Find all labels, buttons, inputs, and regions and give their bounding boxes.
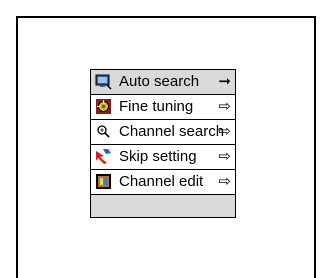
menu-item-label: Channel search xyxy=(119,123,225,140)
menu-item-skip-setting[interactable]: Skip setting ⇨ xyxy=(91,145,235,170)
menu-item-label: Channel edit xyxy=(119,173,204,190)
antenna-monitor-icon xyxy=(95,74,112,90)
channel-setup-menu: Auto search ➞ Fine tuning ⇨ Channel sear… xyxy=(90,69,236,218)
menu-item-label: Auto search xyxy=(119,73,200,90)
menu-item-channel-search[interactable]: Channel search ⇨ xyxy=(91,120,235,145)
menu-item-fine-tuning[interactable]: Fine tuning ⇨ xyxy=(91,95,235,120)
menu-empty-row xyxy=(91,195,235,217)
skip-arrow-icon xyxy=(96,149,111,164)
fine-tuning-dial-icon xyxy=(96,99,111,114)
menu-item-label: Fine tuning xyxy=(119,98,194,115)
tv-screen-frame: Auto search ➞ Fine tuning ⇨ Channel sear… xyxy=(16,16,316,278)
menu-item-auto-search[interactable]: Auto search ➞ xyxy=(91,70,235,95)
menu-item-channel-edit[interactable]: Channel edit ⇨ xyxy=(91,170,235,195)
arrow-right-solid-icon: ➞ xyxy=(218,72,231,90)
arrow-right-outline-icon: ⇨ xyxy=(218,122,231,140)
magnifier-icon xyxy=(97,125,110,138)
arrow-right-outline-icon: ⇨ xyxy=(218,97,231,115)
arrow-right-outline-icon: ⇨ xyxy=(218,147,231,165)
film-edit-icon xyxy=(96,174,111,189)
menu-item-label: Skip setting xyxy=(119,148,197,165)
arrow-right-outline-icon: ⇨ xyxy=(218,172,231,190)
